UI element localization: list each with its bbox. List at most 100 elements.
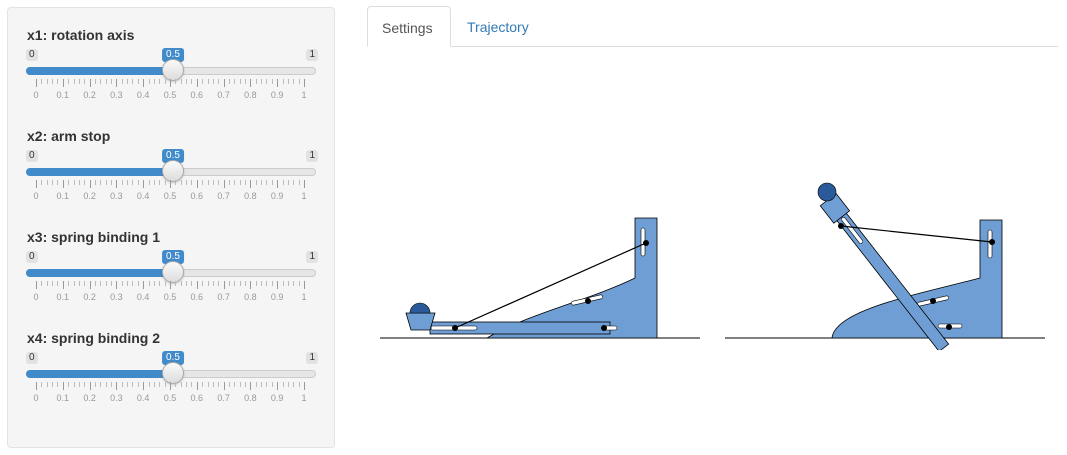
slider-tick bbox=[282, 79, 284, 84]
slider-tick bbox=[170, 382, 171, 390]
slider-tick bbox=[186, 281, 188, 286]
slider-tick bbox=[52, 281, 54, 286]
slider-tick bbox=[186, 79, 188, 84]
slider-tick bbox=[127, 382, 129, 387]
slider-tick bbox=[261, 180, 263, 185]
slider-tick bbox=[293, 281, 295, 286]
slider-tick bbox=[159, 180, 161, 185]
slider-tick bbox=[202, 79, 204, 84]
slider-tick bbox=[36, 281, 37, 289]
slider-tick bbox=[293, 180, 295, 185]
slider-tick bbox=[212, 281, 214, 286]
slider-tick bbox=[298, 79, 300, 84]
slider-tick-label: 0.7 bbox=[217, 90, 230, 100]
slider-tick bbox=[41, 180, 43, 185]
slider-tick bbox=[186, 180, 188, 185]
slider-tick bbox=[196, 382, 198, 390]
slider-tick-label: 0.3 bbox=[110, 90, 123, 100]
slider-tick-label: 0.1 bbox=[56, 191, 70, 201]
slider-tick bbox=[121, 79, 123, 84]
slider-fill bbox=[26, 269, 171, 277]
slider-tick bbox=[218, 79, 220, 84]
slider-tick bbox=[164, 382, 166, 387]
slider-tick bbox=[266, 79, 268, 84]
slider-tick bbox=[62, 180, 64, 188]
slider-label: x1: rotation axis bbox=[27, 27, 135, 43]
slider-tick bbox=[250, 281, 252, 289]
slider-tick-label: 0.5 bbox=[163, 90, 177, 100]
slider-tick bbox=[261, 79, 263, 84]
slider-tick-label: 0.4 bbox=[136, 292, 150, 302]
tab-settings[interactable]: Settings bbox=[367, 6, 451, 47]
slider-tick bbox=[180, 382, 182, 387]
bucket-left bbox=[405, 312, 436, 331]
slider-tick bbox=[36, 79, 37, 87]
slider-handle[interactable] bbox=[162, 59, 184, 81]
slider-tick bbox=[180, 79, 182, 84]
slider-tick bbox=[196, 281, 198, 289]
slider-tick bbox=[127, 281, 129, 286]
slider-max-label: 1 bbox=[306, 352, 318, 364]
slider-min-label: 0 bbox=[26, 352, 38, 364]
slider-min-label: 0 bbox=[26, 150, 38, 162]
slider-tick bbox=[116, 382, 118, 390]
slider-tick bbox=[245, 79, 247, 84]
slider-tick bbox=[234, 382, 236, 387]
slider-tick bbox=[159, 79, 161, 84]
slider-tick bbox=[255, 79, 257, 84]
slider-tick bbox=[148, 79, 150, 84]
slider-tick bbox=[105, 382, 107, 387]
slider-ticks: 0 0.1 0.2 0.3 0.4 0.5 0.6 0.7 0.8 0.9 1 bbox=[26, 382, 318, 412]
slider-tick bbox=[191, 382, 193, 387]
slider-tick bbox=[41, 79, 43, 84]
slider-tick bbox=[105, 281, 107, 286]
slider-tick bbox=[111, 281, 113, 286]
slider-tick bbox=[287, 382, 289, 387]
slider-tick bbox=[94, 281, 96, 286]
slider-tick bbox=[228, 180, 230, 185]
slider-tick-label: 0.5 bbox=[163, 393, 177, 403]
slider-tick bbox=[245, 180, 247, 185]
slider-tick bbox=[89, 79, 91, 87]
slider-tick bbox=[68, 382, 70, 387]
slider-tick bbox=[143, 382, 145, 390]
slider-tick-label: 0.9 bbox=[270, 393, 284, 403]
slider-tick-label: 0.5 bbox=[163, 292, 177, 302]
tab-trajectory[interactable]: Trajectory bbox=[453, 6, 543, 47]
slider-tick bbox=[175, 180, 177, 185]
slider-handle[interactable] bbox=[162, 362, 184, 384]
slider-tick bbox=[191, 180, 193, 185]
slider-tick bbox=[121, 281, 123, 286]
slider-tick bbox=[282, 281, 284, 286]
slider-tick bbox=[287, 281, 289, 286]
slider-tick bbox=[73, 180, 75, 185]
slider-tick bbox=[148, 382, 150, 387]
slider-tick bbox=[46, 79, 48, 84]
slider-tick-label: 0 bbox=[33, 393, 39, 403]
slider-tick bbox=[132, 79, 134, 84]
slider-tick bbox=[57, 180, 59, 185]
slider-tick bbox=[250, 79, 252, 87]
slider-tick bbox=[127, 79, 129, 84]
slider-tick bbox=[271, 281, 273, 286]
slider-tick bbox=[153, 180, 155, 185]
slider-tick bbox=[250, 180, 252, 188]
slider-tick-label: 0.9 bbox=[270, 90, 284, 100]
slider-tick bbox=[164, 281, 166, 286]
slider-handle[interactable] bbox=[162, 261, 184, 283]
slider-tick bbox=[41, 382, 43, 387]
slider-tick bbox=[207, 382, 209, 387]
slider-tick bbox=[153, 281, 155, 286]
slider-handle[interactable] bbox=[162, 160, 184, 182]
slider-tick bbox=[202, 281, 204, 286]
slider-tick-label: 0.6 bbox=[190, 90, 204, 100]
slider-ticks: 0 0.1 0.2 0.3 0.4 0.5 0.6 0.7 0.8 0.9 1 bbox=[26, 79, 318, 109]
slider-tick bbox=[57, 281, 59, 286]
slider-tick bbox=[62, 382, 64, 390]
slider-tick-label: 0 bbox=[33, 191, 39, 201]
slider-tick bbox=[73, 382, 75, 387]
slider-tick bbox=[137, 79, 139, 84]
slider-tick bbox=[100, 180, 102, 185]
catapult-drawing bbox=[380, 182, 1045, 350]
slider-tick bbox=[89, 281, 91, 289]
